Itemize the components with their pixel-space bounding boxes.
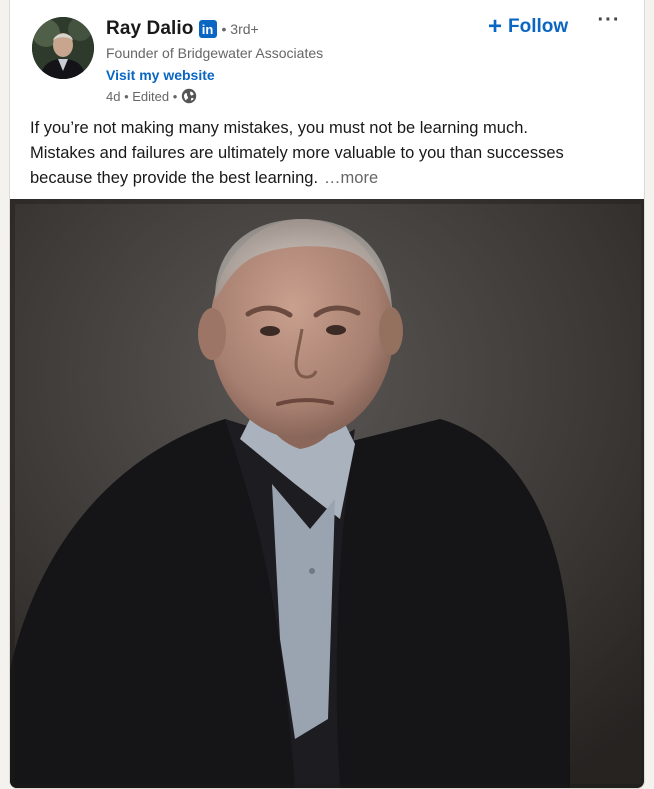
feed-post-card: Ray Dalio in • 3rd+ Founder of Bridgewat… [9,0,645,789]
connection-degree: • 3rd+ [221,21,259,37]
post-text-line-last: because they provide the best learning. …… [30,166,620,191]
post-timestamp: 4d • Edited • [106,88,178,104]
avatar-image [32,17,94,79]
author-avatar[interactable] [32,17,94,79]
visit-website-link[interactable]: Visit my website [106,65,323,85]
see-more-link[interactable]: …more [324,169,378,187]
ellipsis-icon[interactable]: ··· [594,10,624,34]
linkedin-icon: in [198,20,217,38]
follow-label: Follow [508,16,569,37]
post-header: Ray Dalio in • 3rd+ Founder of Bridgewat… [10,0,644,112]
author-name[interactable]: Ray Dalio [106,18,194,40]
plus-icon: + [488,13,503,40]
post-text: If you’re not making many mistakes, you … [30,116,620,191]
post-text-line: because they provide the best learning. [30,169,319,187]
post-text-line: If you’re not making many mistakes, you … [30,119,528,137]
video-frame-image [10,199,644,788]
globe-icon [181,88,197,104]
post-time-row: 4d • Edited • [106,86,323,106]
post-video[interactable] [10,199,644,788]
author-name-row: Ray Dalio in • 3rd+ [106,16,323,42]
post-text-line: Mistakes and failures are ultimately mor… [30,144,564,162]
author-headline: Founder of Bridgewater Associates [106,45,324,61]
author-meta: Ray Dalio in • 3rd+ Founder of Bridgewat… [106,16,323,106]
follow-button[interactable]: + Follow [488,12,568,42]
